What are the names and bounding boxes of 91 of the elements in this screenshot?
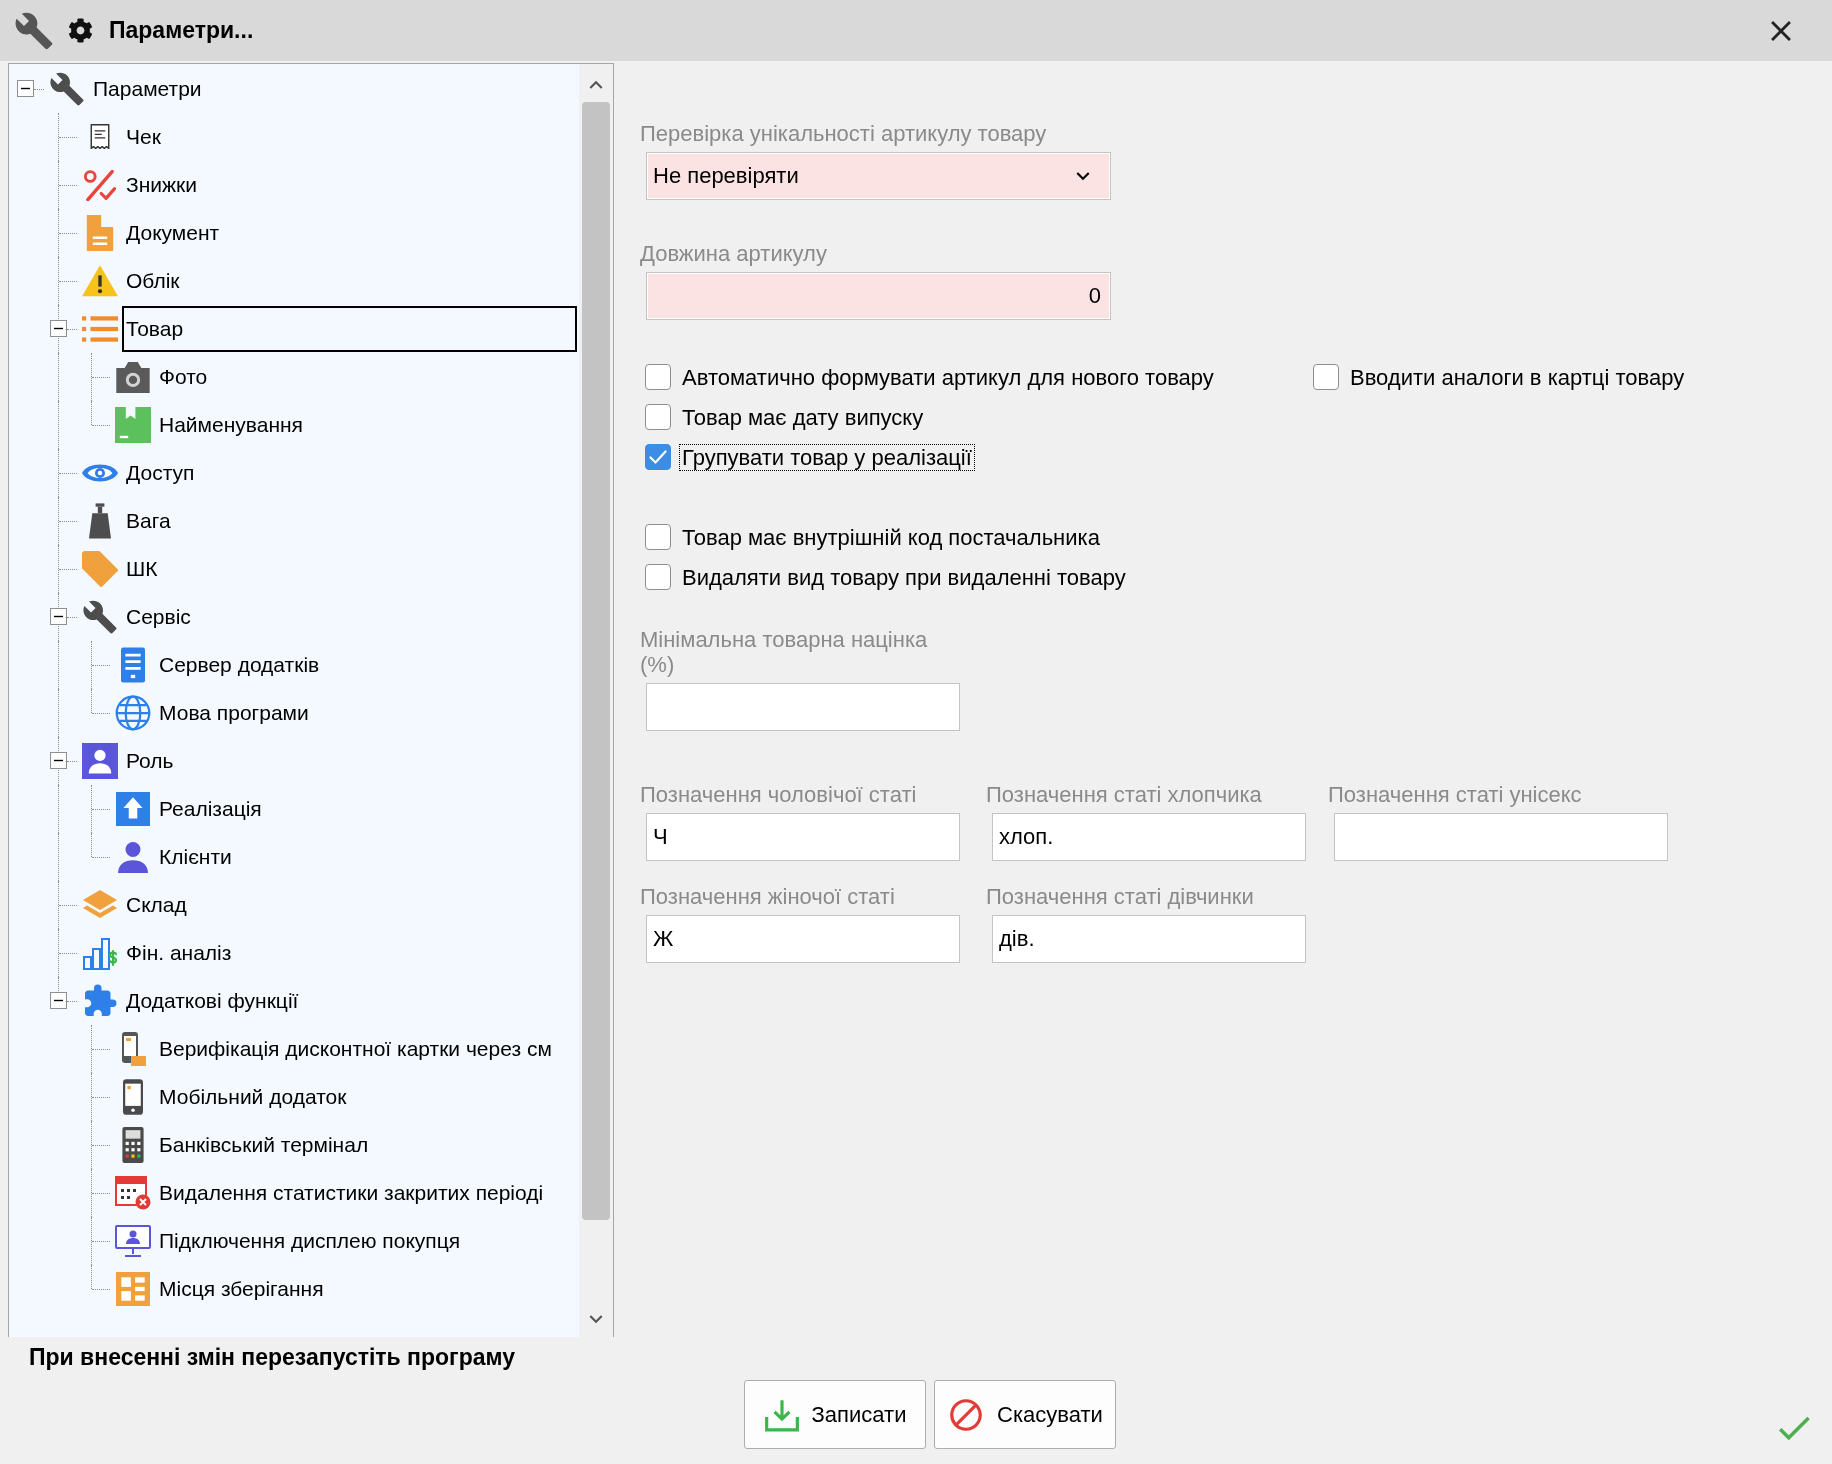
- tree-item[interactable]: Місця зберігання: [155, 1266, 328, 1312]
- tree-item[interactable]: Реалізація: [155, 786, 266, 832]
- document-icon: [86, 215, 114, 251]
- phone-icon: [123, 1079, 143, 1115]
- window-title: Параметри...: [109, 17, 254, 44]
- field-label: Довжина артикулу: [640, 241, 827, 266]
- tree-item[interactable]: Підключення дисплею покупця: [155, 1218, 465, 1264]
- checkbox[interactable]: [645, 564, 671, 590]
- user-icon: [117, 841, 149, 873]
- tree-item[interactable]: Верифікація дисконтної картки через см: [155, 1026, 556, 1072]
- checkbox-label[interactable]: Товар має внутрішній код постачальника: [679, 523, 1103, 551]
- checkbox-label[interactable]: Автоматично формувати артикул для нового товару: [679, 363, 1217, 391]
- tree-item[interactable]: Чек: [122, 114, 165, 160]
- input-field[interactable]: [1334, 813, 1668, 861]
- collapse-toggle[interactable]: [50, 608, 67, 625]
- user-icon: [82, 743, 118, 779]
- field-label: Позначення статі хлопчика: [986, 782, 1262, 807]
- tree-item[interactable]: Сервер додатків: [155, 642, 324, 688]
- tree-item[interactable]: Мобільний додаток: [155, 1074, 351, 1120]
- monitor-icon: [115, 1225, 151, 1257]
- field-label: Позначення статі дівчинки: [986, 884, 1254, 909]
- bookmark-icon: [115, 407, 151, 443]
- checkbox-label[interactable]: Групувати товар у реалізації: [679, 443, 975, 471]
- checkmark-icon: [649, 450, 667, 464]
- warning-icon: [82, 265, 118, 297]
- collapse-toggle[interactable]: [50, 320, 67, 337]
- collapse-toggle[interactable]: [50, 752, 67, 769]
- grid-icon: [116, 1272, 150, 1306]
- globe-icon: [115, 695, 151, 731]
- tree-item[interactable]: Склад: [122, 882, 191, 928]
- input-field[interactable]: Ж: [646, 915, 960, 963]
- dropdown[interactable]: Не перевіряти: [646, 152, 1111, 200]
- tree-item[interactable]: Сервіс: [122, 594, 195, 640]
- layers-icon: [82, 889, 118, 921]
- status-message: При внесенні змін перезапустіть програму: [29, 1344, 516, 1370]
- tree-item[interactable]: Банківський термінал: [155, 1122, 373, 1168]
- tree-item[interactable]: Фото: [155, 354, 212, 400]
- tree-item[interactable]: Додаткові функції: [122, 978, 303, 1024]
- wrench-icon: [82, 598, 118, 636]
- tree-item[interactable]: Облік: [122, 258, 184, 304]
- percent-icon: [83, 169, 117, 201]
- field-label: Перевірка унікальності артикулу товару: [640, 121, 1047, 146]
- field-label: Позначення жіночої статі: [640, 884, 895, 909]
- phone-icon: [119, 1031, 147, 1067]
- tree-item[interactable]: Доступ: [122, 450, 199, 496]
- tree-item[interactable]: ШК: [122, 546, 162, 592]
- scrollbar[interactable]: [579, 64, 613, 1337]
- save-button[interactable]: Записати: [744, 1380, 926, 1449]
- server-icon: [121, 647, 145, 683]
- scrollbar-thumb[interactable]: [582, 102, 610, 1220]
- camera-icon: [115, 361, 151, 393]
- checkbox[interactable]: [1313, 364, 1339, 390]
- input-field[interactable]: Ч: [646, 813, 960, 861]
- field-label: Позначення статі унісекс: [1328, 782, 1582, 807]
- tree-item[interactable]: Видалення статистики закритих періоді: [155, 1170, 548, 1216]
- weight-icon: [89, 503, 111, 539]
- settings-icon: [68, 18, 93, 43]
- wrench-icon: [49, 70, 85, 108]
- wrench-icon: [14, 10, 54, 51]
- tree-item[interactable]: Товар: [122, 306, 577, 352]
- checkbox-label[interactable]: Вводити аналоги в картці товару: [1347, 363, 1688, 391]
- tree-item[interactable]: Мова програми: [155, 690, 313, 736]
- cancel-button[interactable]: Скасувати: [934, 1380, 1116, 1449]
- tree-item[interactable]: Фін. аналіз: [122, 930, 236, 976]
- tree-item[interactable]: Роль: [122, 738, 178, 784]
- number-field[interactable]: 0: [646, 272, 1111, 320]
- collapse-toggle[interactable]: [17, 80, 34, 97]
- list-icon: [82, 316, 118, 342]
- checkbox[interactable]: [645, 524, 671, 550]
- field-label: Мінімальна товарна націнка (%): [640, 627, 929, 677]
- terminal-icon: [122, 1127, 144, 1163]
- collapse-toggle[interactable]: [50, 992, 67, 1009]
- checkbox-label[interactable]: Товар має дату випуску: [679, 403, 927, 431]
- input-field[interactable]: хлоп.: [992, 813, 1306, 861]
- checkbox-label[interactable]: Видаляти вид товару при видаленні товару: [679, 563, 1129, 591]
- tree-item[interactable]: Параметри: [89, 66, 206, 112]
- checkbox[interactable]: [645, 444, 671, 470]
- input-field[interactable]: дів.: [992, 915, 1306, 963]
- checkbox[interactable]: [645, 404, 671, 430]
- chart-icon: [82, 935, 118, 971]
- tag-icon: [82, 551, 118, 587]
- tree-item[interactable]: Знижки: [122, 162, 201, 208]
- input-field[interactable]: [646, 683, 960, 731]
- tree-item[interactable]: Вага: [122, 498, 175, 544]
- checkbox[interactable]: [645, 364, 671, 390]
- field-label: Позначення чоловічої статі: [640, 782, 917, 807]
- tree-item[interactable]: Найменування: [155, 402, 307, 448]
- download-icon: [763, 1397, 800, 1432]
- tree-item[interactable]: Документ: [122, 210, 224, 256]
- tree-item[interactable]: Клієнти: [155, 834, 236, 880]
- upload-icon: [116, 792, 150, 826]
